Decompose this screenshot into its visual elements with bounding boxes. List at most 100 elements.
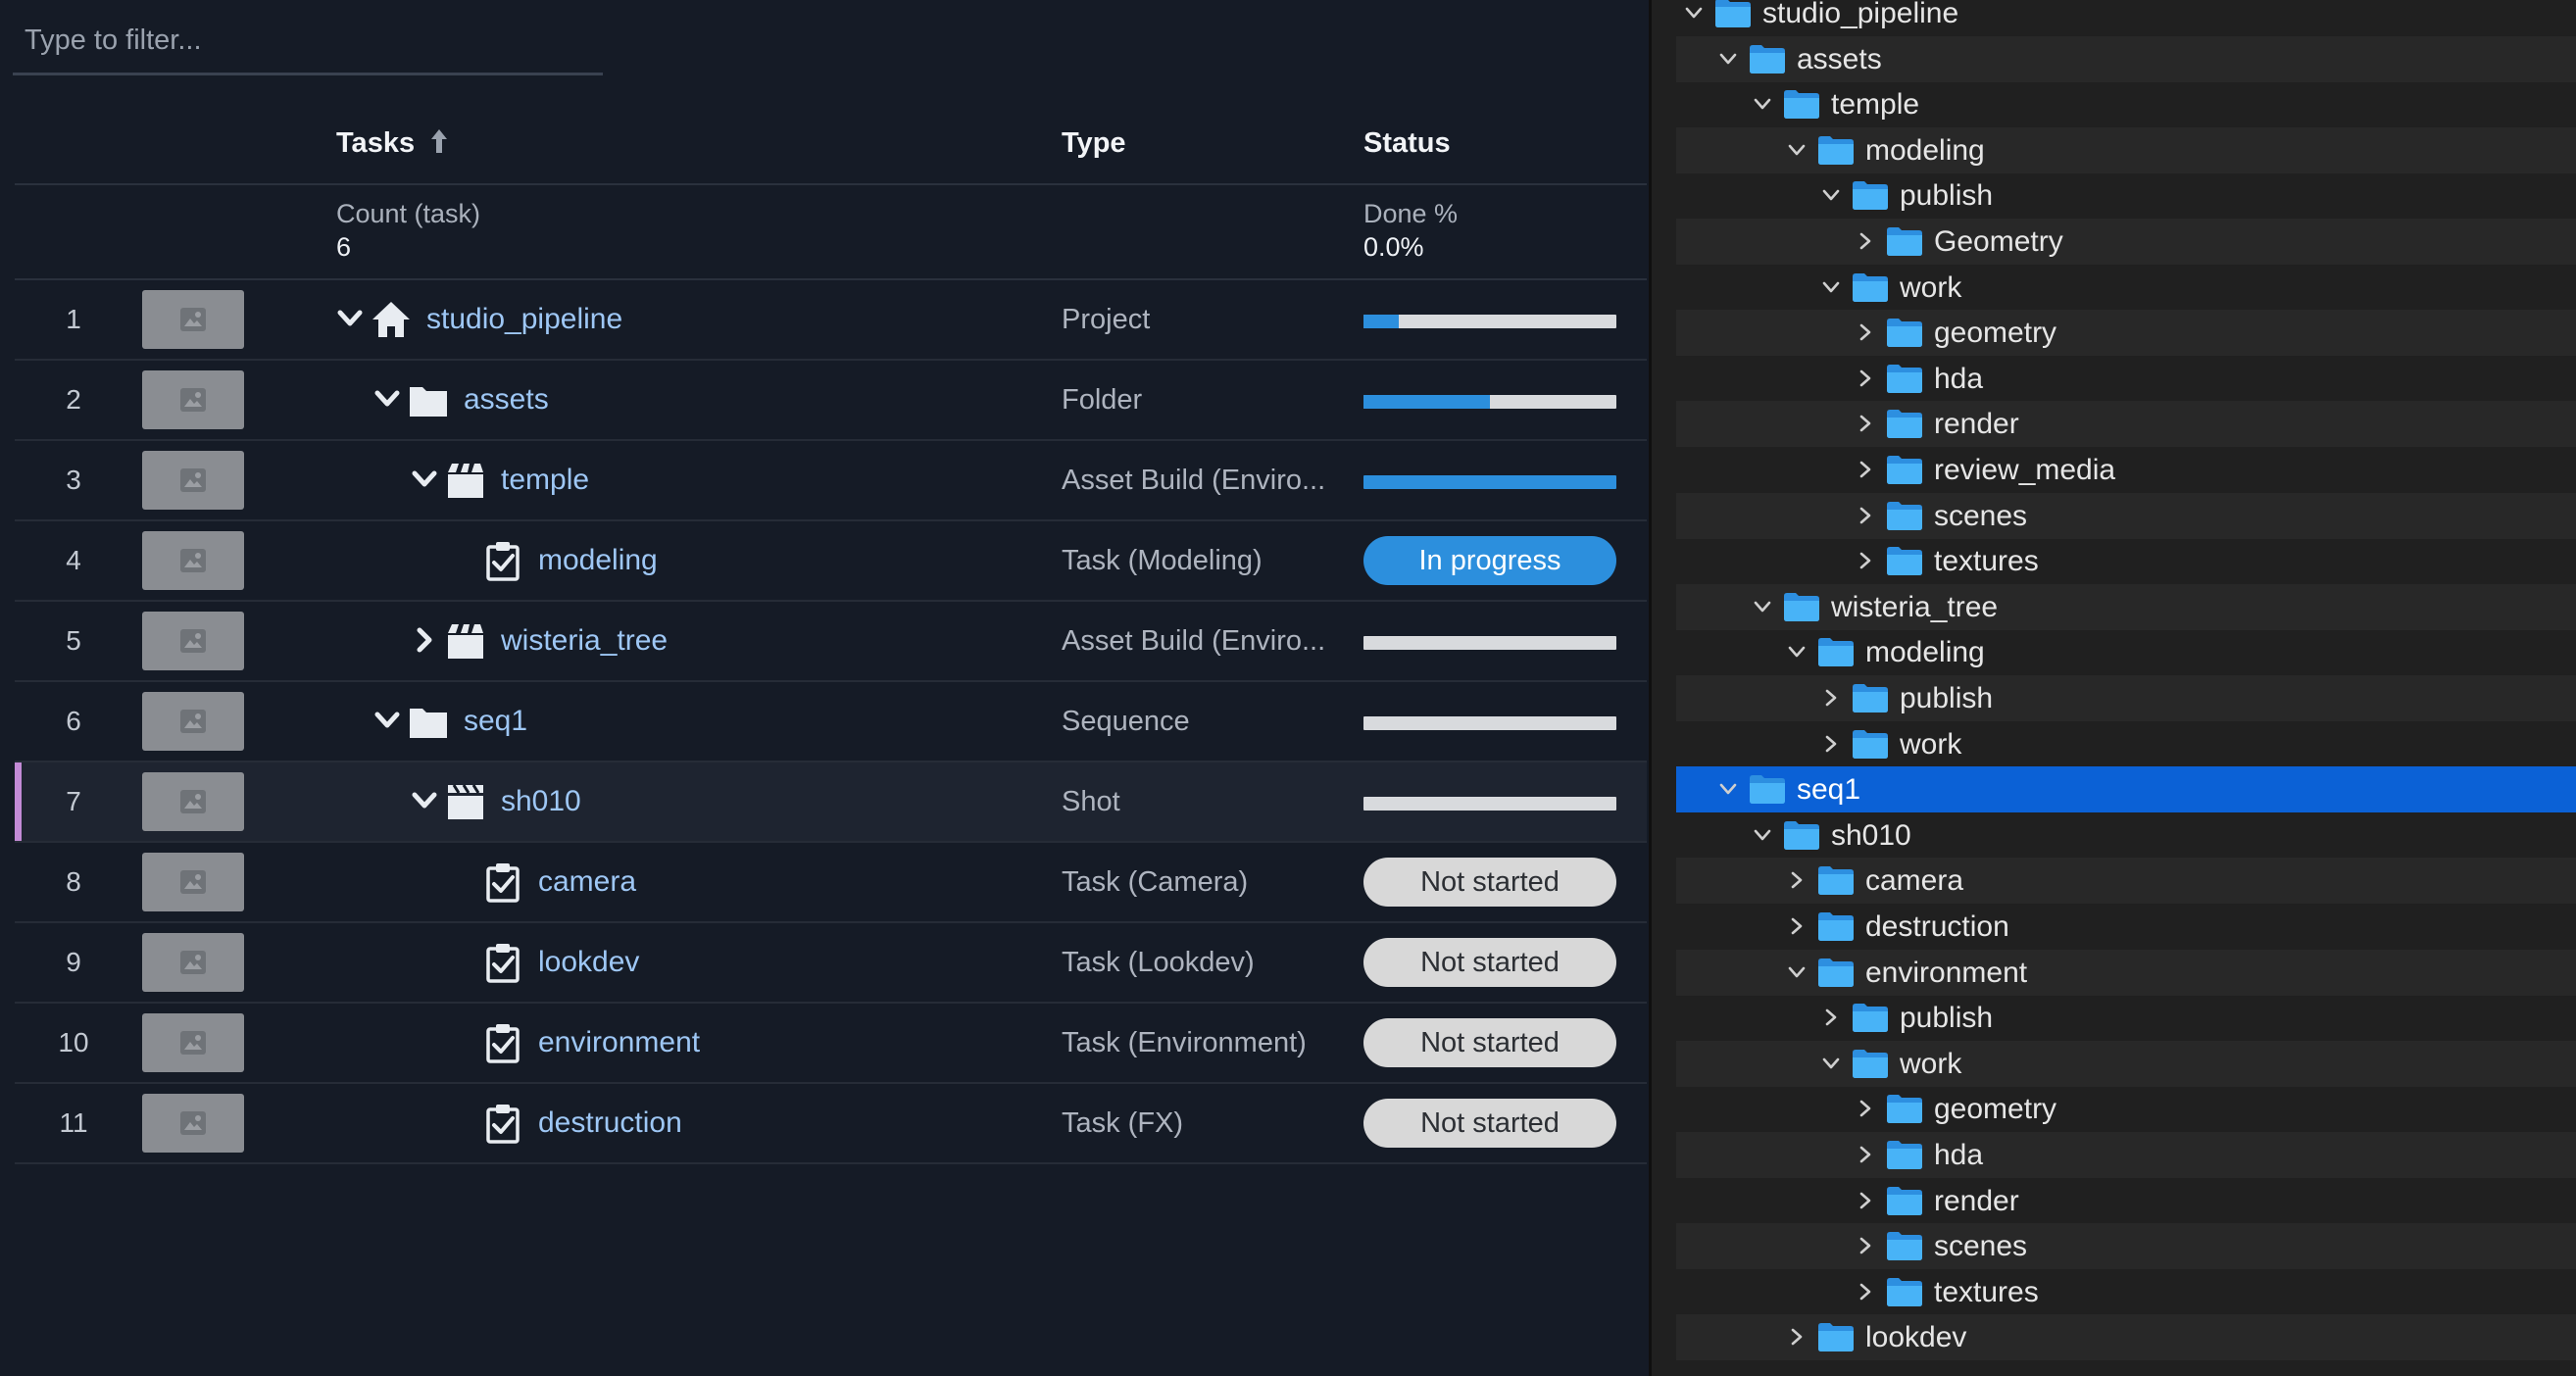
chevron-right-icon[interactable]	[1856, 414, 1875, 433]
folder-tree-item[interactable]: render	[1676, 1178, 2576, 1224]
folder-tree-item[interactable]: publish	[1676, 172, 2576, 219]
chevron-right-icon[interactable]	[1856, 231, 1875, 251]
chevron-down-icon[interactable]	[1821, 185, 1841, 205]
chevron-down-icon[interactable]	[335, 304, 365, 333]
thumbnail[interactable]	[142, 853, 244, 911]
status-badge[interactable]: Not started	[1363, 1099, 1616, 1148]
folder-tree-item[interactable]: scenes	[1676, 1223, 2576, 1270]
folder-tree-item[interactable]: work	[1676, 721, 2576, 767]
chevron-down-icon[interactable]	[372, 384, 402, 414]
chevron-down-icon[interactable]	[1684, 3, 1704, 23]
status-badge[interactable]: In progress	[1363, 536, 1616, 585]
chevron-down-icon[interactable]	[1821, 277, 1841, 297]
folder-tree-item[interactable]: assets	[1676, 35, 2576, 82]
folder-tree-item[interactable]: temple	[1676, 81, 2576, 127]
thumbnail[interactable]	[142, 933, 244, 992]
folder-tree-item[interactable]: environment	[1676, 949, 2576, 996]
folder-tree-item[interactable]: work	[1676, 265, 2576, 311]
chevron-right-icon[interactable]	[1821, 688, 1841, 708]
chevron-down-icon[interactable]	[1753, 597, 1772, 616]
table-row[interactable]: 3 temple Asset Build (Enviro...	[15, 441, 1647, 521]
folder-tree-item[interactable]: publish	[1676, 995, 2576, 1041]
folder-tree-item[interactable]: sh010	[1676, 812, 2576, 859]
table-row[interactable]: 5 wisteria_tree Asset Build (Enviro...	[15, 602, 1647, 682]
table-row[interactable]: 10 environment Task (Environment) Not start…	[15, 1004, 1647, 1084]
item-name-link[interactable]: seq1	[464, 682, 527, 761]
table-row[interactable]: 4 modeling Task (Modeling) In progress	[15, 521, 1647, 602]
folder-tree-item[interactable]: destruction	[1676, 904, 2576, 950]
chevron-right-icon[interactable]	[1856, 369, 1875, 388]
thumbnail[interactable]	[142, 612, 244, 670]
folder-tree-item[interactable]: render	[1676, 401, 2576, 448]
chevron-down-icon[interactable]	[1753, 825, 1772, 845]
item-name-link[interactable]: sh010	[501, 762, 581, 841]
table-row[interactable]: 9 lookdev Task (Lookdev) Not started	[15, 923, 1647, 1004]
item-name-link[interactable]: assets	[464, 361, 549, 439]
chevron-down-icon[interactable]	[1821, 1054, 1841, 1073]
chevron-right-icon[interactable]	[1821, 734, 1841, 754]
table-row[interactable]: 7 sh010 Shot	[15, 762, 1647, 843]
chevron-right-icon[interactable]	[1856, 1282, 1875, 1302]
thumbnail[interactable]	[142, 370, 244, 429]
chevron-down-icon[interactable]	[410, 465, 439, 494]
chevron-right-icon[interactable]	[1787, 870, 1807, 890]
type-column-header[interactable]: Type	[1062, 127, 1126, 160]
status-badge[interactable]: Not started	[1363, 1018, 1616, 1067]
folder-tree-item[interactable]: work	[1676, 1040, 2576, 1087]
item-name-link[interactable]: studio_pipeline	[426, 280, 622, 359]
folder-tree-item[interactable]: lookdev	[1676, 1314, 2576, 1361]
item-name-link[interactable]: temple	[501, 441, 589, 519]
chevron-down-icon[interactable]	[1787, 642, 1807, 662]
thumbnail[interactable]	[142, 531, 244, 590]
thumbnail[interactable]	[142, 451, 244, 510]
chevron-right-icon[interactable]	[1787, 916, 1807, 936]
chevron-right-icon[interactable]	[410, 625, 439, 655]
item-name-link[interactable]: camera	[538, 843, 636, 921]
status-badge[interactable]: Not started	[1363, 938, 1616, 987]
folder-tree-item[interactable]: hda	[1676, 356, 2576, 402]
item-name-link[interactable]: wisteria_tree	[501, 602, 668, 680]
chevron-right-icon[interactable]	[1856, 322, 1875, 342]
folder-tree-item[interactable]: modeling	[1676, 126, 2576, 173]
folder-tree-item[interactable]: camera	[1676, 858, 2576, 905]
chevron-right-icon[interactable]	[1856, 1236, 1875, 1255]
folder-tree-item[interactable]: Geometry	[1676, 219, 2576, 265]
item-name-link[interactable]: modeling	[538, 521, 658, 600]
folder-tree-item[interactable]: geometry	[1676, 1086, 2576, 1132]
table-row[interactable]: 1 studio_pipeline Project	[15, 280, 1647, 361]
table-row[interactable]: 2 assets Folder	[15, 361, 1647, 441]
chevron-right-icon[interactable]	[1856, 551, 1875, 570]
thumbnail[interactable]	[142, 692, 244, 751]
folder-tree-item[interactable]: modeling	[1676, 629, 2576, 675]
status-column-header[interactable]: Status	[1363, 127, 1451, 160]
folder-tree-item[interactable]: geometry	[1676, 310, 2576, 357]
folder-tree-item[interactable]: seq1	[1676, 766, 2576, 813]
folder-tree-item[interactable]: review_media	[1676, 447, 2576, 493]
item-name-link[interactable]: lookdev	[538, 923, 639, 1002]
folder-tree-item[interactable]: scenes	[1676, 492, 2576, 539]
table-row[interactable]: 6 seq1 Sequence	[15, 682, 1647, 762]
chevron-right-icon[interactable]	[1856, 460, 1875, 479]
chevron-right-icon[interactable]	[1856, 1191, 1875, 1210]
filter-input[interactable]	[25, 12, 593, 69]
chevron-right-icon[interactable]	[1856, 1145, 1875, 1164]
folder-tree-item[interactable]: studio_pipeline	[1676, 0, 2576, 36]
chevron-down-icon[interactable]	[1753, 94, 1772, 114]
folder-tree-item[interactable]: textures	[1676, 1269, 2576, 1315]
chevron-down-icon[interactable]	[1787, 140, 1807, 160]
thumbnail[interactable]	[142, 1094, 244, 1153]
table-row[interactable]: 11 destruction Task (FX) Not started	[15, 1084, 1647, 1164]
folder-tree-item[interactable]: wisteria_tree	[1676, 583, 2576, 630]
thumbnail[interactable]	[142, 290, 244, 349]
item-name-link[interactable]: destruction	[538, 1084, 682, 1162]
chevron-down-icon[interactable]	[1787, 962, 1807, 982]
thumbnail[interactable]	[142, 772, 244, 831]
thumbnail[interactable]	[142, 1013, 244, 1072]
chevron-down-icon[interactable]	[1718, 779, 1738, 799]
table-row[interactable]: 8 camera Task (Camera) Not started	[15, 843, 1647, 923]
chevron-down-icon[interactable]	[1718, 49, 1738, 69]
folder-tree-item[interactable]: hda	[1676, 1132, 2576, 1178]
item-name-link[interactable]: environment	[538, 1004, 700, 1082]
chevron-right-icon[interactable]	[1821, 1007, 1841, 1027]
chevron-right-icon[interactable]	[1856, 506, 1875, 525]
